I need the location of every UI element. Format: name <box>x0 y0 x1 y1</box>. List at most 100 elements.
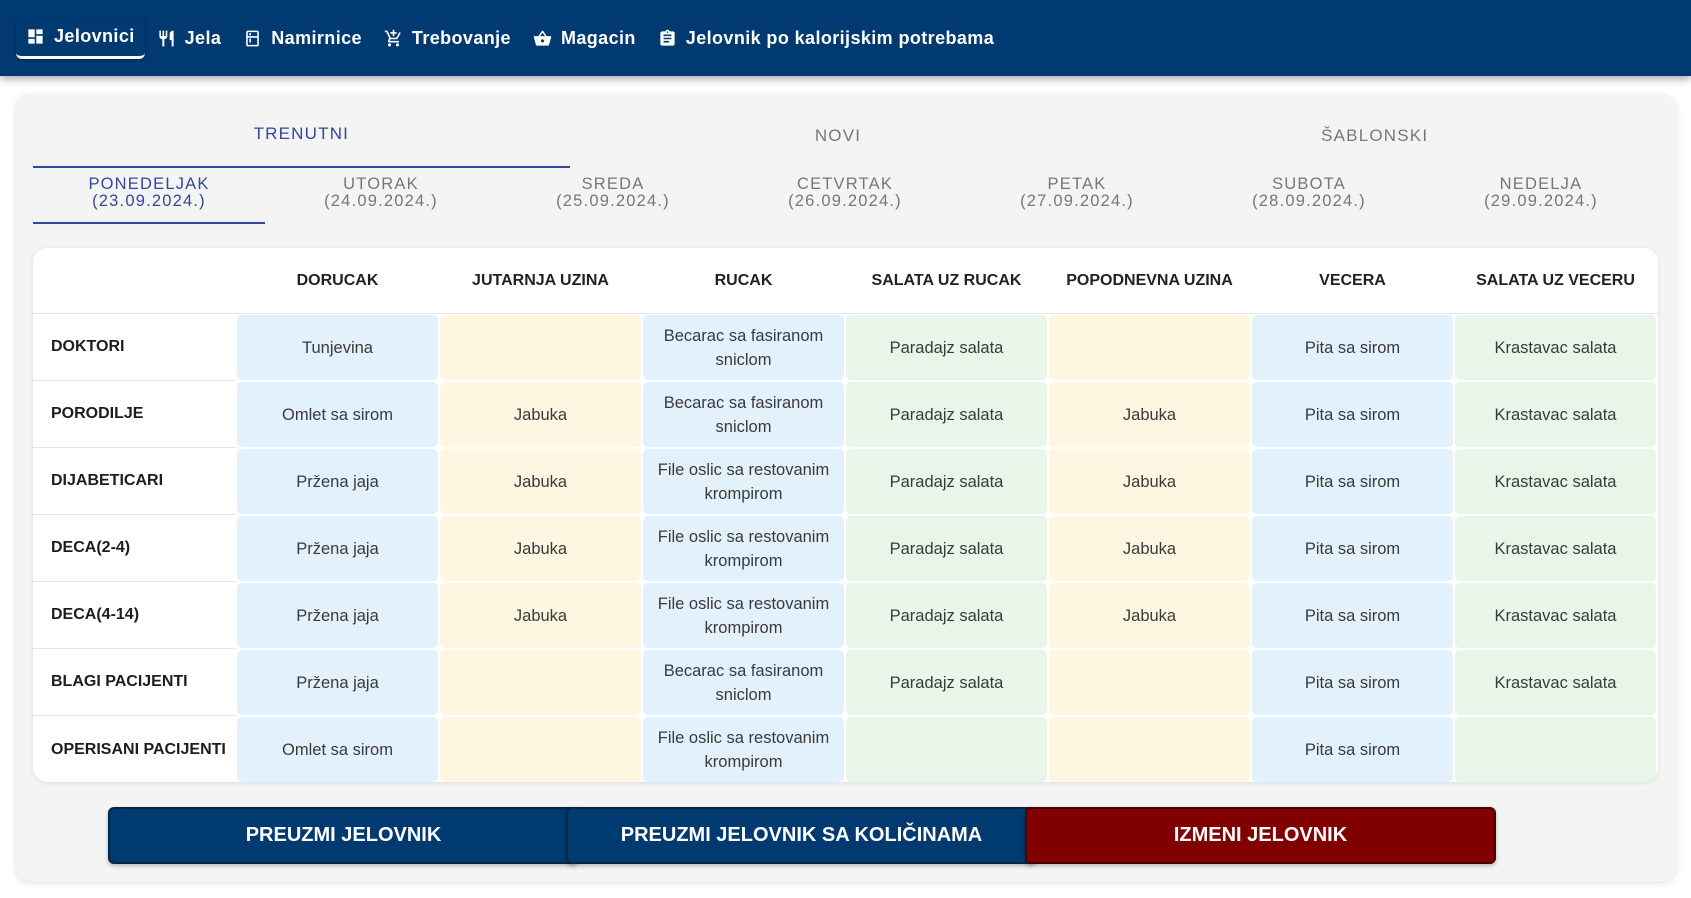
tab-day-petak[interactable]: PETAK (27.09.2024.) <box>961 174 1193 224</box>
meal-cell: Pita sa sirom <box>1251 582 1454 649</box>
kitchen-icon <box>246 30 260 46</box>
row-label: BLAGI PACIJENTI <box>33 649 236 716</box>
meal-cell: Jabuka <box>1048 515 1251 582</box>
meal-cell: Pita sa sirom <box>1251 716 1454 782</box>
meal-cell <box>1048 649 1251 716</box>
tab-sablonski[interactable]: ŠABLONSKI <box>1106 94 1643 168</box>
utensils-icon <box>159 30 174 46</box>
tab-day-sreda[interactable]: SREDA (25.09.2024.) <box>497 174 729 224</box>
meal-cell: Krastavac salata <box>1454 649 1657 716</box>
meal-cell: Jabuka <box>439 582 642 649</box>
meal-cell: Pržena jaja <box>236 515 439 582</box>
meal-cell: Pita sa sirom <box>1251 649 1454 716</box>
meal-cell: File oslic sa restovanim krompirom <box>642 582 845 649</box>
row-label: PORODILJE <box>33 381 236 448</box>
tab-day-cetvrtak[interactable]: CETVRTAK (26.09.2024.) <box>729 174 961 224</box>
table-body: DOKTORI Tunjevina Becarac sa fasiranom sni… <box>33 314 1658 782</box>
tab-novi[interactable]: NOVI <box>570 94 1107 168</box>
download-menu-quantities-button[interactable]: PREUZMI JELOVNIK SA KOLIČINAMA <box>566 807 1037 864</box>
menu-type-tabs: TRENUTNI NOVI ŠABLONSKI <box>33 94 1643 168</box>
column-header: SALATA UZ RUCAK <box>871 271 1022 289</box>
meal-cell: Tunjevina <box>236 314 439 381</box>
nav-item-jelovnici[interactable]: Jelovnici <box>16 17 145 59</box>
meal-cell: Krastavac salata <box>1454 448 1657 515</box>
meal-cell: Krastavac salata <box>1454 381 1657 448</box>
day-name: UTORAK <box>343 175 419 193</box>
meal-cell: Becarac sa fasiranom sniclom <box>642 314 845 381</box>
table-row: BLAGI PACIJENTI Pržena jaja Becarac sa fas… <box>33 649 1658 716</box>
nav-item-trebovanje[interactable]: Trebovanje <box>374 17 521 59</box>
row-label: DOKTORI <box>33 314 236 381</box>
day-name: SUBOTA <box>1272 175 1346 193</box>
dashboard-icon <box>28 29 43 44</box>
meal-cell <box>1048 314 1251 381</box>
nav-item-magacin[interactable]: Magacin <box>523 17 646 59</box>
meal-cell <box>439 314 642 381</box>
meal-cell <box>845 716 1048 782</box>
nav-item-label: Jelovnik po kalorijskim potrebama <box>685 27 995 48</box>
meal-cell: Pita sa sirom <box>1251 515 1454 582</box>
table-row: PORODILJE Omlet sa sirom Jabuka Becarac sa … <box>33 381 1658 448</box>
meal-cell: Paradajz salata <box>845 649 1048 716</box>
day-date: (26.09.2024.) <box>788 192 902 210</box>
meal-cell: Jabuka <box>1048 448 1251 515</box>
table-row: OPERISANI PACIJENTI Omlet sa sirom File os… <box>33 716 1658 782</box>
meal-cell <box>439 716 642 782</box>
meal-cell: Krastavac salata <box>1454 314 1657 381</box>
basket-icon <box>533 30 552 46</box>
nav-item-kalorije[interactable]: Jelovnik po kalorijskim potrebama <box>648 17 1004 59</box>
row-label: DECA(2-4) <box>33 515 236 582</box>
edit-menu-button[interactable]: IZMENI JELOVNIK <box>1025 807 1496 864</box>
column-header: SALATA UZ VECERU <box>1476 271 1635 289</box>
table-row: DOKTORI Tunjevina Becarac sa fasiranom sni… <box>33 314 1658 381</box>
meal-cell: Paradajz salata <box>845 381 1048 448</box>
tab-day-utorak[interactable]: UTORAK (24.09.2024.) <box>265 174 497 224</box>
meal-cell: File oslic sa restovanim krompirom <box>642 716 845 782</box>
table-row: DECA(2-4) Pržena jaja Jabuka File oslic sa … <box>33 515 1658 582</box>
day-name: CETVRTAK <box>796 175 894 193</box>
meal-cell: Paradajz salata <box>845 582 1048 649</box>
meal-cell: Omlet sa sirom <box>236 716 439 782</box>
menu-table: DORUCAK JUTARNJA UZINA RUCAK SALATA UZ R… <box>33 248 1658 782</box>
meal-cell: Omlet sa sirom <box>236 381 439 448</box>
day-date: (23.09.2024.) <box>92 192 206 210</box>
meal-cell: Pita sa sirom <box>1251 448 1454 515</box>
nav-item-label: Trebovanje <box>411 27 511 48</box>
meal-cell: Jabuka <box>439 448 642 515</box>
meal-cell: Pita sa sirom <box>1251 381 1454 448</box>
meal-cell: Jabuka <box>439 515 642 582</box>
meal-cell <box>1454 716 1657 782</box>
meal-cell <box>439 649 642 716</box>
day-date: (25.09.2024.) <box>556 192 670 210</box>
tab-day-nedelja[interactable]: NEDELJA (29.09.2024.) <box>1425 174 1657 224</box>
meal-cell <box>1048 716 1251 782</box>
meal-cell: File oslic sa restovanim krompirom <box>642 515 845 582</box>
menu-panel: TRENUTNI NOVI ŠABLONSKI PONEDELJAK (23.09… <box>16 94 1676 881</box>
tab-day-subota[interactable]: SUBOTA (28.09.2024.) <box>1193 174 1425 224</box>
table-row: DECA(4-14) Pržena jaja Jabuka File oslic sa… <box>33 582 1658 649</box>
meal-cell: Paradajz salata <box>845 515 1048 582</box>
download-menu-button[interactable]: PREUZMI JELOVNIK <box>108 807 579 864</box>
row-label: DIJABETICARI <box>33 448 236 515</box>
tab-day-ponedeljak[interactable]: PONEDELJAK (23.09.2024.) <box>33 174 265 224</box>
meal-cell: Jabuka <box>1048 381 1251 448</box>
day-name: PETAK <box>1047 175 1107 193</box>
nav-item-jela[interactable]: Jela <box>147 17 232 59</box>
column-header: POPODNEVNA UZINA <box>1066 271 1233 289</box>
column-header: RUCAK <box>714 271 773 289</box>
row-label: OPERISANI PACIJENTI <box>51 740 226 758</box>
day-date: (24.09.2024.) <box>324 192 438 210</box>
tab-trenutni[interactable]: TRENUTNI <box>33 94 570 168</box>
row-label: DECA(4-14) <box>33 582 236 649</box>
nav-item-namirnice[interactable]: Namirnice <box>233 17 372 59</box>
table-corner <box>33 248 236 313</box>
column-header: DORUCAK <box>296 271 379 289</box>
meal-cell: Pržena jaja <box>236 649 439 716</box>
meal-cell: Krastavac salata <box>1454 515 1657 582</box>
meal-cell: Pita sa sirom <box>1251 314 1454 381</box>
day-tabs: PONEDELJAK (23.09.2024.) UTORAK (24.09.202… <box>33 174 1658 224</box>
column-header: JUTARNJA UZINA <box>472 271 609 289</box>
table-header: DORUCAK JUTARNJA UZINA RUCAK SALATA UZ R… <box>33 248 1658 314</box>
meal-cell: Paradajz salata <box>845 314 1048 381</box>
meal-cell: Jabuka <box>1048 582 1251 649</box>
